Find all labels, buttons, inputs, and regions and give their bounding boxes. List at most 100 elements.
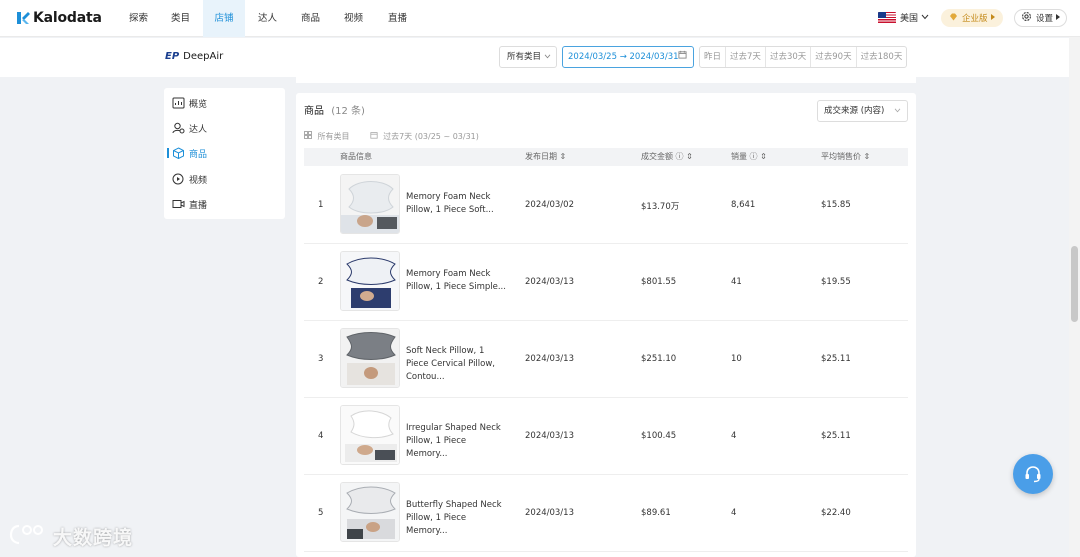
kalodata-logo[interactable]: Kalodata [16, 10, 102, 26]
us-flag-icon [878, 11, 896, 24]
grid-icon [304, 131, 315, 141]
product-thumbnail[interactable] [340, 174, 400, 234]
region-selector[interactable]: 美国 [878, 11, 929, 24]
watermark: 大数跨境 [9, 522, 133, 551]
col-label: 成交金额 [641, 152, 673, 161]
customer-support-button[interactable] [1013, 454, 1053, 494]
settings-button[interactable]: 设置 [1014, 9, 1068, 27]
shop-identity[interactable]: EP DeepAir [165, 51, 223, 62]
diamond-icon [949, 13, 958, 24]
nav-video[interactable]: 视频 [336, 0, 371, 37]
col-avg-price[interactable]: 平均销售价 ⇕ [821, 148, 870, 166]
product-name[interactable]: Soft Neck Pillow, 1 Piece Cervical Pillo… [406, 345, 506, 384]
table-row[interactable]: 5 Butterfly Shaped Neck Pillow, 1 Piece … [304, 475, 908, 552]
sidebar-item-label: 商品 [189, 149, 208, 160]
sidebar-item-creator[interactable]: 达人 [172, 120, 207, 136]
category-select-value: 所有类目 [507, 52, 542, 62]
row-avg-price: $15.85 [821, 200, 851, 210]
row-rank: 2 [318, 277, 324, 287]
deal-source-value: 成交来源 (内容) [824, 106, 885, 116]
product-thumbnail[interactable] [340, 405, 400, 465]
caret-right-icon [990, 13, 995, 23]
quick-date-yesterday[interactable]: 昨日 [700, 47, 727, 67]
app-name: Kalodata [33, 10, 102, 26]
row-sales: 10 [731, 354, 742, 364]
shop-sidebar: 概览 达人 商品 视频 直播 [164, 88, 285, 219]
row-rank: 4 [318, 431, 324, 441]
row-sales: 8,641 [731, 200, 756, 210]
sidebar-item-product[interactable]: 商品 [172, 145, 207, 161]
row-amount: $801.55 [641, 277, 677, 287]
product-name[interactable]: Memory Foam Neck Pillow, 1 Piece Soft... [406, 191, 506, 217]
watermark-text: 大数跨境 [53, 527, 134, 549]
chevron-down-icon [894, 101, 901, 121]
help-icon: ⓘ [749, 152, 758, 161]
quick-date-180d[interactable]: 过去180天 [857, 47, 907, 67]
product-count: (12 条) [331, 106, 365, 117]
col-sales[interactable]: 销量 ⓘ ⇕ [731, 148, 767, 166]
sort-icon: ⇕ [760, 152, 767, 161]
nav-live[interactable]: 直播 [380, 0, 415, 37]
nav-product[interactable]: 商品 [293, 0, 328, 37]
creator-icon [172, 122, 185, 134]
quick-date-7d[interactable]: 过去7天 [726, 47, 766, 67]
category-select[interactable]: 所有类目 [499, 46, 557, 68]
sidebar-item-live[interactable]: 直播 [172, 196, 207, 212]
active-indicator [167, 148, 169, 158]
date-range-value: 2024/03/25 → 2024/03/31 [568, 52, 679, 62]
product-name[interactable]: Irregular Shaped Neck Pillow, 1 Piece Me… [406, 422, 506, 461]
enterprise-badge[interactable]: 企业版 [941, 9, 1003, 27]
nav-explore[interactable]: 探索 [121, 0, 156, 37]
enterprise-label: 企业版 [962, 14, 988, 24]
sort-icon: ⇕ [559, 152, 567, 161]
product-box-icon [172, 147, 185, 160]
row-amount: $100.45 [641, 431, 677, 441]
deal-source-select[interactable]: 成交来源 (内容) [817, 100, 908, 122]
date-range-picker[interactable]: 2024/03/25 → 2024/03/31 [562, 46, 694, 68]
col-publish-date[interactable]: 发布日期 ⇕ [525, 148, 566, 166]
filter-category: 所有类目 [304, 131, 360, 142]
sidebar-item-label: 视频 [189, 175, 208, 186]
nav-shop[interactable]: 店铺 [203, 0, 245, 37]
sort-icon: ⇕ [863, 152, 871, 161]
nav-creator[interactable]: 达人 [250, 0, 285, 37]
sidebar-item-video[interactable]: 视频 [172, 171, 207, 187]
chevron-down-icon [921, 13, 929, 23]
filter-date-text: 过去7天 (03/25 ~ 03/31) [383, 132, 479, 141]
row-sales: 4 [731, 431, 737, 441]
nav-category[interactable]: 类目 [163, 0, 198, 37]
product-thumbnail[interactable] [340, 251, 400, 311]
table-row[interactable]: 4 Irregular Shaped Neck Pillow, 1 Piece … [304, 398, 908, 475]
product-name[interactable]: Butterfly Shaped Neck Pillow, 1 Piece Me… [406, 499, 506, 538]
products-panel: 商品 (12 条) 成交来源 (内容) 所有类目 过去7天 (03/25 ~ 0… [296, 93, 916, 557]
shop-name: DeepAir [183, 51, 224, 62]
calendar-icon [678, 47, 687, 67]
table-row[interactable]: 2 Memory Foam Neck Pillow, 1 Piece Simpl… [304, 244, 908, 321]
table-row[interactable]: 3 Soft Neck Pillow, 1 Piece Cervical Pil… [304, 321, 908, 398]
sidebar-item-overview[interactable]: 概览 [172, 95, 207, 111]
row-avg-price: $22.40 [821, 508, 851, 518]
gear-icon [1021, 11, 1032, 25]
product-thumbnail[interactable] [340, 482, 400, 542]
row-date: 2024/03/13 [525, 354, 574, 364]
product-thumbnail[interactable] [340, 328, 400, 388]
col-gmv[interactable]: 成交金额 ⓘ ⇕ [641, 148, 693, 166]
watermark-logo-icon [9, 522, 47, 551]
sidebar-item-label: 直播 [189, 200, 208, 211]
row-rank: 5 [318, 508, 324, 518]
overview-icon [172, 97, 185, 109]
page-scrollbar-thumb[interactable] [1071, 246, 1078, 322]
quick-date-30d[interactable]: 过去30天 [766, 47, 812, 67]
row-rank: 1 [318, 200, 324, 210]
sidebar-item-label: 概览 [189, 99, 208, 110]
sort-icon: ⇕ [686, 152, 693, 161]
quick-date-90d[interactable]: 过去90天 [811, 47, 857, 67]
calendar-icon [369, 132, 381, 141]
table-row[interactable]: 1 Memory Foam Neck Pillow, 1 Piece Soft.… [304, 167, 908, 244]
col-product-info: 商品信息 [340, 152, 372, 161]
product-name[interactable]: Memory Foam Neck Pillow, 1 Piece Simple.… [406, 268, 506, 294]
kalodata-logo-icon [16, 11, 30, 25]
row-date: 2024/03/13 [525, 277, 574, 287]
col-label: 销量 [731, 152, 747, 161]
row-avg-price: $25.11 [821, 431, 851, 441]
